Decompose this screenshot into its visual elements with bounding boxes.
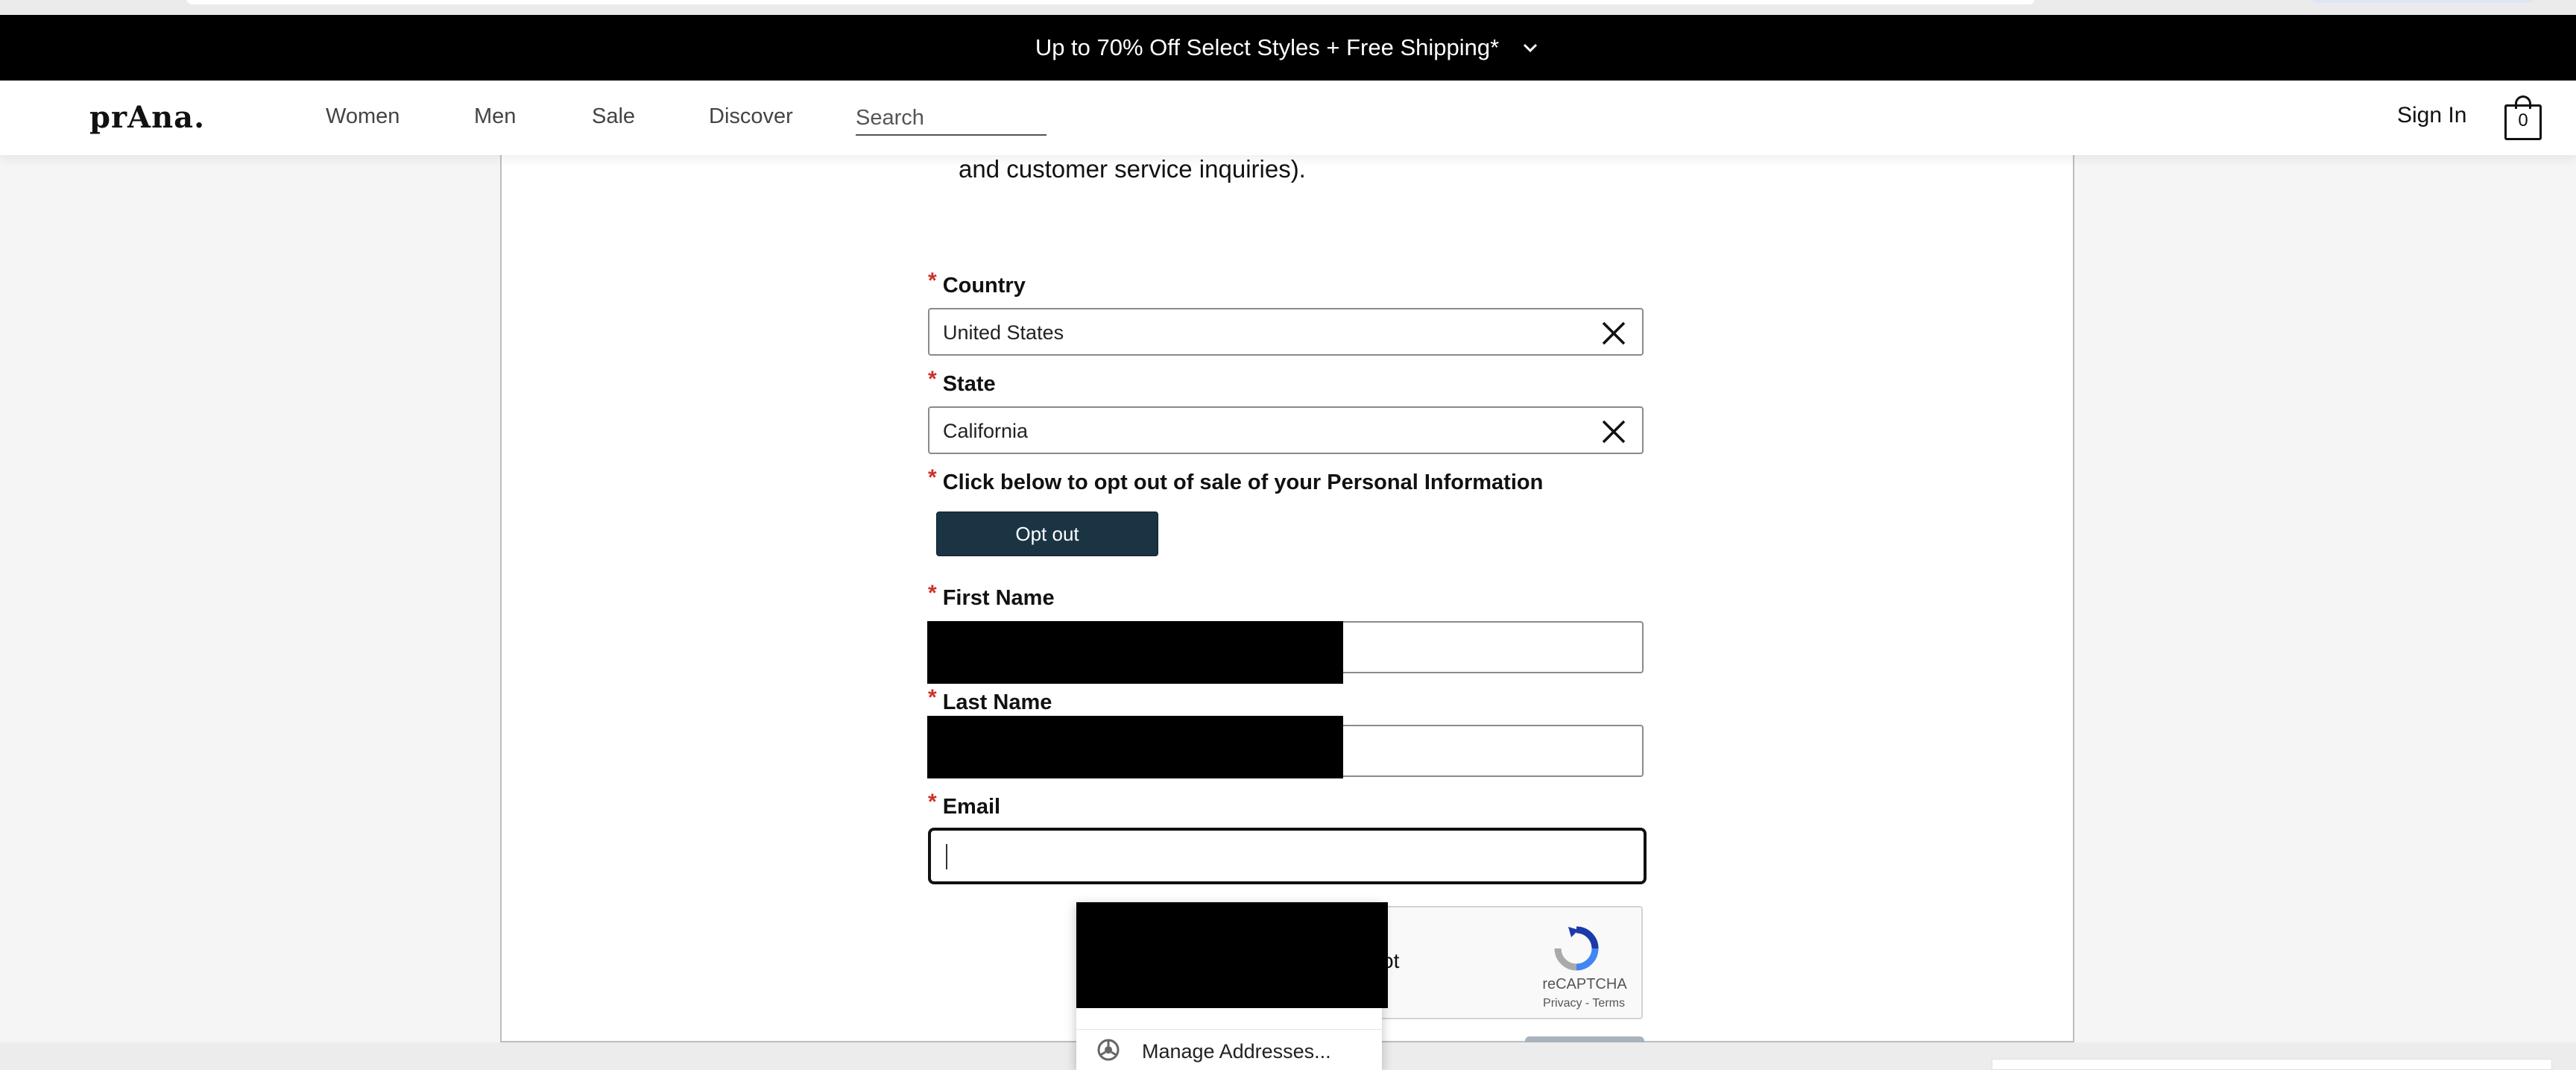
nav-sale[interactable]: Sale <box>592 104 635 129</box>
search-input[interactable]: Search <box>856 101 1046 136</box>
clear-icon[interactable] <box>1600 418 1627 445</box>
required-mark: * <box>928 685 937 710</box>
chrome-icon <box>1097 1039 1120 1061</box>
browser-address-bar-edge <box>186 0 2035 4</box>
state-select[interactable]: California <box>928 406 1644 454</box>
search-placeholder: Search <box>856 106 924 130</box>
browser-top-strip <box>0 0 2576 15</box>
nav-women[interactable]: Women <box>326 104 400 129</box>
redacted-last-name <box>927 716 1343 778</box>
required-mark: * <box>928 268 937 293</box>
autofill-dropdown[interactable]: Manage Addresses... <box>1076 902 1388 1070</box>
country-label: * Country <box>928 268 1026 298</box>
redacted-autofill-suggestion[interactable] <box>1076 902 1388 1008</box>
country-label-text: Country <box>942 274 1026 298</box>
required-mark: * <box>928 581 937 605</box>
promo-banner[interactable]: Up to 70% Off Select Styles + Free Shipp… <box>0 15 2576 81</box>
text-caret <box>946 844 947 869</box>
promo-text: Up to 70% Off Select Styles + Free Shipp… <box>1035 34 1500 60</box>
cart-button[interactable]: 0 <box>2504 95 2542 140</box>
site-header: prAna. Women Men Sale Discover Search Si… <box>0 81 2576 155</box>
cart-count: 0 <box>2518 110 2528 130</box>
nav-men[interactable]: Men <box>474 104 516 129</box>
recaptcha-logo-icon <box>1554 926 1599 971</box>
state-value: California <box>943 420 1029 442</box>
last-name-label: * Last Name <box>928 685 1052 715</box>
required-mark: * <box>928 465 937 490</box>
chevron-down-icon[interactable] <box>1520 37 1541 58</box>
recaptcha-brand: reCAPTCHA <box>1542 976 1627 992</box>
corner-popup-edge <box>1992 1059 2552 1070</box>
first-name-label: * First Name <box>928 581 1055 611</box>
email-field[interactable] <box>928 828 1647 884</box>
intro-text: and customer service inquiries). <box>959 155 1306 183</box>
redacted-first-name <box>927 621 1343 684</box>
state-label: * State <box>928 367 996 397</box>
opt-out-button[interactable]: Opt out <box>936 512 1158 556</box>
clear-icon[interactable] <box>1600 320 1627 347</box>
optout-label-text: Click below to opt out of sale of your P… <box>942 471 1544 494</box>
country-value: United States <box>943 321 1064 344</box>
prana-logo[interactable]: prAna. <box>89 100 205 135</box>
first-name-label-text: First Name <box>942 586 1055 610</box>
sign-in-link[interactable]: Sign In <box>2397 103 2466 128</box>
required-mark: * <box>928 790 937 814</box>
browser-button-edge <box>2311 0 2534 3</box>
nav-discover[interactable]: Discover <box>709 104 793 129</box>
manage-addresses-item[interactable]: Manage Addresses... <box>1076 1029 1382 1070</box>
state-label-text: State <box>942 372 996 396</box>
manage-addresses-label: Manage Addresses... <box>1142 1040 1331 1063</box>
email-label: * Email <box>928 790 1001 819</box>
last-name-label-text: Last Name <box>942 690 1052 714</box>
optout-label: * Click below to opt out of sale of your … <box>928 465 1544 495</box>
country-select[interactable]: United States <box>928 308 1644 356</box>
recaptcha-privacy-terms[interactable]: Privacy - Terms <box>1535 997 1632 1010</box>
email-label-text: Email <box>942 795 1001 819</box>
required-mark: * <box>928 367 937 391</box>
